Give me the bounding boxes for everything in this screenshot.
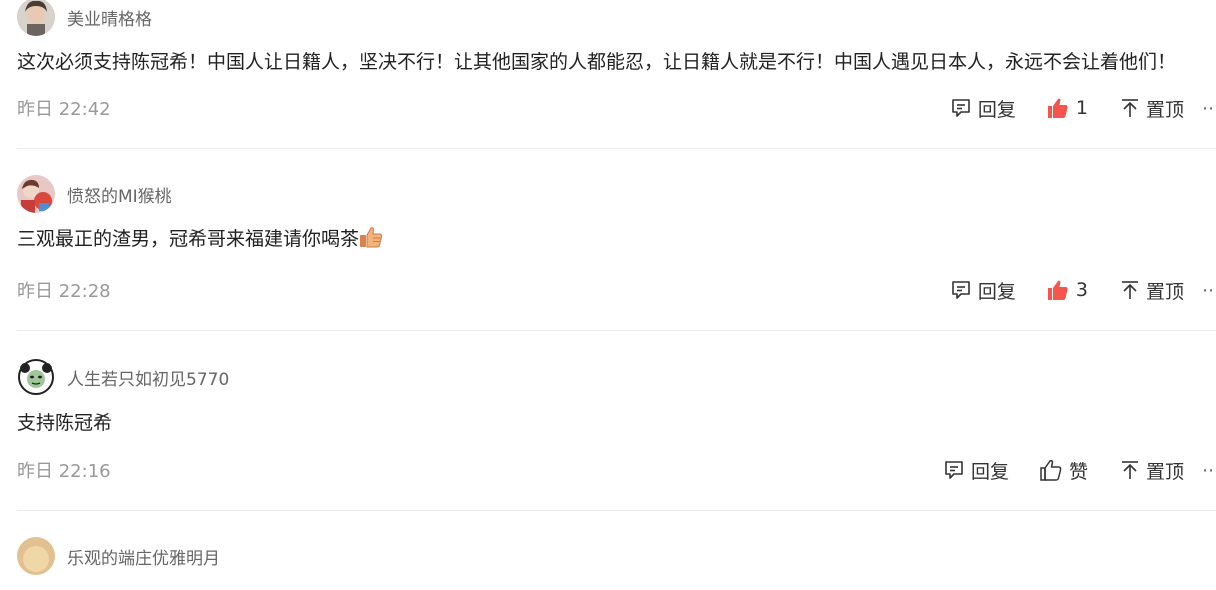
more-icon[interactable]: ⋯ <box>1202 460 1216 481</box>
username[interactable]: 乐观的端庄优雅明月 <box>67 544 220 569</box>
avatar[interactable] <box>17 537 55 575</box>
like-button[interactable]: 赞 <box>1039 457 1088 484</box>
comment-item: 乐观的端庄优雅明月 <box>17 511 1216 575</box>
pin-top-icon <box>1120 97 1140 119</box>
pin-label: 置顶 <box>1145 280 1184 303</box>
more-icon[interactable]: ⋯ <box>1202 280 1216 301</box>
reply-label: 回复 <box>970 460 1009 483</box>
comment-text: 三观最正的渣男，冠希哥来福建请你喝茶 <box>17 223 1216 259</box>
thumbs-up-emoji-icon <box>359 226 383 259</box>
pin-top-icon <box>1120 279 1140 301</box>
thumbs-up-icon <box>1046 278 1070 302</box>
comment-meta: 昨日 22:16 回复 赞 置顶 ⋯ <box>17 450 1216 490</box>
comment-meta: 昨日 22:42 回复 1 置顶 ⋯ <box>17 88 1216 128</box>
avatar[interactable] <box>17 0 55 36</box>
comment-text: 支持陈冠希 <box>17 412 113 434</box>
comment-actions: 回复 3 置顶 ⋯ <box>950 270 1216 310</box>
like-count: 1 <box>1075 97 1088 119</box>
comment-header: 人生若只如初见5770 <box>17 358 1216 396</box>
reply-icon <box>943 459 965 481</box>
comment-header: 愤怒的MI猴桃 <box>17 175 1216 213</box>
avatar[interactable] <box>17 358 55 396</box>
reply-button[interactable]: 回复 <box>950 95 1016 122</box>
thumbs-up-icon <box>1039 458 1063 482</box>
pin-button[interactable]: 置顶 <box>1120 95 1184 122</box>
reply-label: 回复 <box>977 280 1016 303</box>
reply-label: 回复 <box>977 98 1016 121</box>
username[interactable]: 美业晴格格 <box>67 5 152 30</box>
reply-button[interactable]: 回复 <box>943 457 1009 484</box>
like-button[interactable]: 1 <box>1046 96 1088 120</box>
pin-top-icon <box>1120 459 1140 481</box>
comment-time: 昨日 22:16 <box>17 461 111 482</box>
comment-item: 愤怒的MI猴桃 三观最正的渣男，冠希哥来福建请你喝茶 昨日 22:28 回复 3 <box>17 149 1216 330</box>
like-count: 3 <box>1075 279 1088 301</box>
like-label: 赞 <box>1068 460 1088 483</box>
pin-button[interactable]: 置顶 <box>1120 277 1184 304</box>
thumbs-up-icon <box>1046 96 1070 120</box>
username[interactable]: 愤怒的MI猴桃 <box>67 182 172 207</box>
comment-text-content: 三观最正的渣男，冠希哥来福建请你喝茶 <box>17 228 360 250</box>
pin-button[interactable]: 置顶 <box>1120 457 1184 484</box>
comment-text: 这次必须支持陈冠希！中国人让日籍人，坚决不行！让其他国家的人都能忍，让日籍人就是… <box>17 51 1177 73</box>
comment-actions: 回复 赞 置顶 ⋯ <box>943 450 1216 490</box>
pin-label: 置顶 <box>1145 98 1184 121</box>
comment-header: 美业晴格格 <box>17 0 1216 36</box>
comment-list: 美业晴格格 这次必须支持陈冠希！中国人让日籍人，坚决不行！让其他国家的人都能忍，… <box>0 0 1216 590</box>
comment-header: 乐观的端庄优雅明月 <box>17 537 1216 575</box>
comment-time: 昨日 22:42 <box>17 99 111 120</box>
comment-actions: 回复 1 置顶 ⋯ <box>950 88 1216 128</box>
reply-icon <box>950 279 972 301</box>
pin-label: 置顶 <box>1145 460 1184 483</box>
username[interactable]: 人生若只如初见5770 <box>67 365 229 390</box>
comment-item: 美业晴格格 这次必须支持陈冠希！中国人让日籍人，坚决不行！让其他国家的人都能忍，… <box>17 0 1216 148</box>
comment-time: 昨日 22:28 <box>17 281 111 302</box>
reply-button[interactable]: 回复 <box>950 277 1016 304</box>
comment-meta: 昨日 22:28 回复 3 置顶 ⋯ <box>17 270 1216 310</box>
reply-icon <box>950 97 972 119</box>
more-icon[interactable]: ⋯ <box>1202 98 1216 119</box>
like-button[interactable]: 3 <box>1046 278 1088 302</box>
comment-item: 人生若只如初见5770 支持陈冠希 昨日 22:16 回复 赞 置顶 ⋯ <box>17 331 1216 510</box>
avatar[interactable] <box>17 175 55 213</box>
